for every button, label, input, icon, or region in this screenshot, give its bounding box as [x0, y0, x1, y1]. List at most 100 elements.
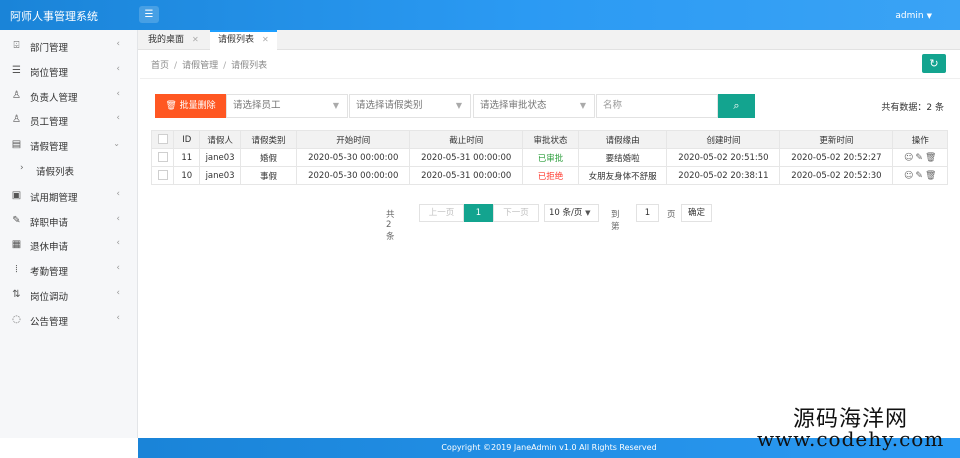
tab-desktop[interactable]: 我的桌面 ✕ — [140, 30, 207, 50]
chevron-left-icon: ‹ — [116, 288, 120, 298]
chevron-left-icon: ‹ — [116, 89, 120, 99]
sidebar-item-employee[interactable]: ♙ 员工管理 ‹ — [0, 108, 138, 132]
edit-icon[interactable]: ✎ — [915, 153, 923, 163]
close-icon[interactable]: ✕ — [192, 35, 199, 44]
sidebar-item-department[interactable]: ⌹ 部门管理 ‹ — [0, 34, 138, 58]
leave-type-select[interactable]: 请选择请假类别 ▼ — [349, 94, 471, 118]
page-size-value: 10 条/页 — [549, 208, 583, 218]
refresh-icon: ↻ — [929, 57, 939, 70]
cell-updated: 2020-05-02 20:52:30 — [779, 166, 894, 185]
approve-icon[interactable]: ☺ — [904, 153, 913, 163]
top-header: 阿师人事管理系统 ☰ admin ▼ — [0, 0, 960, 30]
refresh-button[interactable]: ↻ — [922, 54, 946, 73]
trash-icon: 🗑 — [165, 101, 177, 111]
user-name: admin — [895, 11, 924, 21]
col-actions: 操作 — [892, 130, 948, 149]
cell-person: jane03 — [199, 148, 241, 167]
person-icon: ♙ — [12, 114, 21, 125]
search-icon: ⌕ — [733, 99, 740, 112]
cell-id: 11 — [173, 148, 201, 167]
sidebar-item-label: 请假管理 — [30, 142, 69, 153]
transfer-icon: ⇅ — [12, 289, 21, 300]
chevron-left-icon: ‹ — [116, 263, 120, 273]
leave-table: ID 请假人 请假类别 开始时间 截止时间 审批状态 请假缘由 创建时间 更新时… — [150, 130, 948, 185]
caret-down-icon: ▼ — [332, 101, 339, 110]
approve-icon[interactable]: ☺ — [904, 171, 913, 181]
breadcrumb: 首页 / 请假管理 / 请假列表 — [151, 61, 268, 71]
notice-icon: ◌ — [12, 314, 21, 325]
col-person: 请假人 — [199, 130, 241, 149]
status-select[interactable]: 请选择审批状态 ▼ — [473, 94, 595, 118]
row-checkbox[interactable] — [150, 148, 175, 167]
sidebar-item-label: 部门管理 — [30, 43, 69, 54]
status-placeholder: 请选择审批状态 — [480, 100, 547, 111]
caret-down-icon: ▼ — [585, 209, 591, 217]
sidebar-item-label: 考勤管理 — [30, 267, 69, 278]
confirm-page-button[interactable]: 确定 — [681, 204, 712, 222]
name-search-input[interactable]: 名称 — [596, 94, 718, 118]
tab-label: 我的桌面 — [148, 35, 185, 45]
sidebar-item-resign[interactable]: ✎ 辞职申请 ‹ — [0, 209, 138, 233]
edit-icon[interactable]: ✎ — [915, 171, 923, 181]
delete-icon[interactable]: 🗑 — [925, 171, 936, 181]
cell-type: 婚假 — [239, 148, 298, 167]
page-size-select[interactable]: 10 条/页 ▼ — [544, 204, 599, 222]
sidebar-item-label: 员工管理 — [30, 117, 69, 128]
cell-start: 2020-05-30 00:00:00 — [296, 166, 411, 185]
col-created: 创建时间 — [666, 130, 781, 149]
sidebar-item-post[interactable]: ☰ 岗位管理 ‹ — [0, 59, 138, 83]
sidebar-item-attendance[interactable]: ⦙ 考勤管理 ‹ — [0, 258, 138, 282]
cell-updated: 2020-05-02 20:52:27 — [779, 148, 894, 167]
col-end: 截止时间 — [409, 130, 524, 149]
col-type: 请假类别 — [239, 130, 298, 149]
employee-select[interactable]: 请选择员工 ▼ — [226, 94, 348, 118]
close-icon[interactable]: ✕ — [262, 35, 269, 44]
batch-delete-button[interactable]: 🗑 批量删除 — [155, 94, 226, 118]
col-updated: 更新时间 — [779, 130, 894, 149]
doc-icon: ▣ — [11, 190, 22, 201]
cell-start: 2020-05-30 00:00:00 — [296, 148, 411, 167]
sidebar-subitem-leave-list[interactable]: › 请假列表 — [0, 158, 138, 182]
breadcrumb-leave-mgmt[interactable]: 请假管理 — [182, 61, 218, 71]
chevron-left-icon: ‹ — [116, 238, 120, 248]
delete-icon[interactable]: 🗑 — [925, 153, 936, 163]
sidebar-item-transfer[interactable]: ⇅ 岗位调动 ‹ — [0, 283, 138, 307]
chevron-left-icon: ‹ — [116, 39, 120, 49]
page-1-button[interactable]: 1 — [464, 204, 493, 222]
breadcrumb-home[interactable]: 首页 — [151, 61, 169, 71]
chevron-left-icon: ‹ — [116, 189, 120, 199]
sidebar-item-label: 试用期管理 — [30, 193, 78, 204]
sidebar: ⌹ 部门管理 ‹ ☰ 岗位管理 ‹ ♙ 负责人管理 ‹ ♙ 员工管理 ‹ ▤ 请… — [0, 30, 138, 438]
post-icon: ☰ — [12, 65, 21, 76]
cell-end: 2020-05-31 00:00:00 — [409, 148, 524, 167]
sidebar-item-label: 辞职申请 — [30, 218, 69, 229]
search-button[interactable]: ⌕ — [718, 94, 755, 118]
hamburger-icon[interactable]: ☰ — [139, 6, 159, 23]
sidebar-item-notice[interactable]: ◌ 公告管理 ‹ — [0, 308, 138, 332]
cell-reason: 女朋友身体不舒服 — [577, 166, 668, 185]
chevron-down-icon: ⌄ — [113, 139, 120, 148]
col-status: 审批状态 — [522, 130, 579, 149]
sidebar-item-leave[interactable]: ▤ 请假管理 ⌄ — [0, 133, 138, 157]
department-icon: ⌹ — [13, 40, 20, 51]
cell-created: 2020-05-02 20:38:11 — [666, 166, 781, 185]
row-checkbox[interactable] — [150, 166, 175, 185]
bars-icon: ⦙ — [15, 264, 18, 275]
doc-icon: ▤ — [11, 139, 22, 150]
watermark-url: www.codehy.com — [757, 427, 945, 451]
goto-page-input[interactable]: 1 — [636, 204, 659, 222]
caret-down-icon: ▼ — [579, 101, 586, 110]
goto-label: 到第 — [611, 210, 620, 232]
user-menu[interactable]: admin ▼ — [895, 11, 932, 21]
cell-reason: 要结婚啦 — [577, 148, 668, 167]
sidebar-item-probation[interactable]: ▣ 试用期管理 ‹ — [0, 184, 138, 208]
cell-status: 已审批 — [522, 148, 579, 167]
sidebar-item-retire[interactable]: ▦ 退休申请 ‹ — [0, 233, 138, 257]
next-page-button[interactable]: 下一页 — [493, 204, 539, 222]
tab-leave-list[interactable]: 请假列表 ✕ — [210, 30, 277, 50]
prev-page-button[interactable]: 上一页 — [419, 204, 464, 222]
chevron-left-icon: ‹ — [116, 313, 120, 323]
select-all-checkbox[interactable] — [150, 130, 175, 149]
sidebar-item-manager[interactable]: ♙ 负责人管理 ‹ — [0, 84, 138, 108]
table-row: 10 jane03 事假 2020-05-30 00:00:00 2020-05… — [150, 166, 948, 185]
